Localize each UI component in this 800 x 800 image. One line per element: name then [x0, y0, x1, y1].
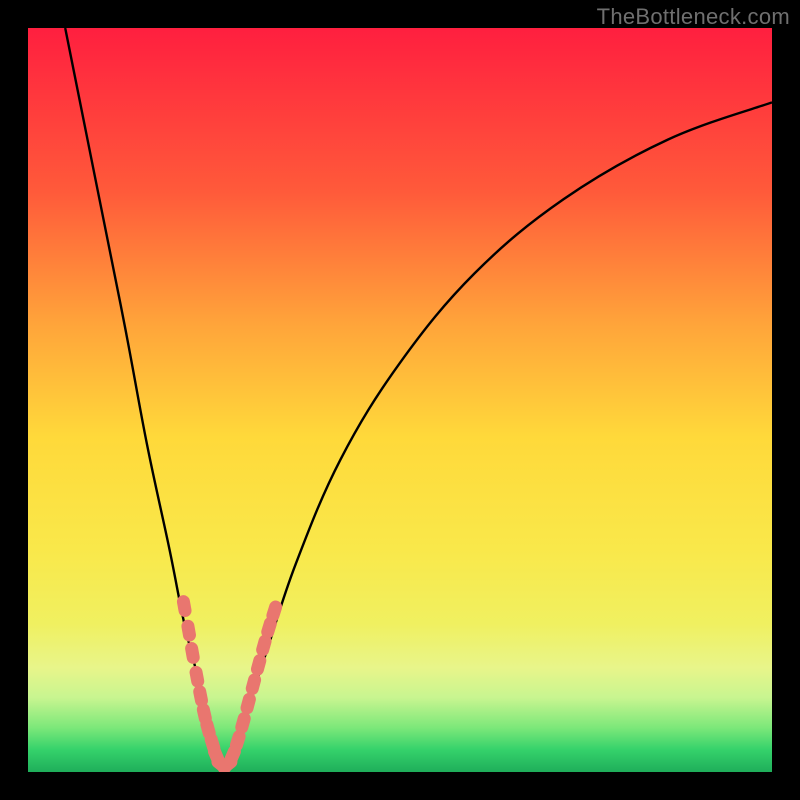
marker-point: [188, 665, 205, 689]
watermark-text: TheBottleneck.com: [597, 4, 790, 30]
marker-point: [180, 619, 197, 643]
plot-area: [28, 28, 772, 772]
marker-layer: [176, 594, 284, 772]
chart-frame: TheBottleneck.com: [0, 0, 800, 800]
chart-svg: [28, 28, 772, 772]
marker-point: [184, 641, 201, 665]
curve-layer: [65, 28, 772, 767]
marker-point: [244, 672, 262, 697]
marker-point: [176, 594, 193, 618]
bottleneck-curve: [65, 28, 772, 767]
marker-point: [239, 691, 257, 716]
